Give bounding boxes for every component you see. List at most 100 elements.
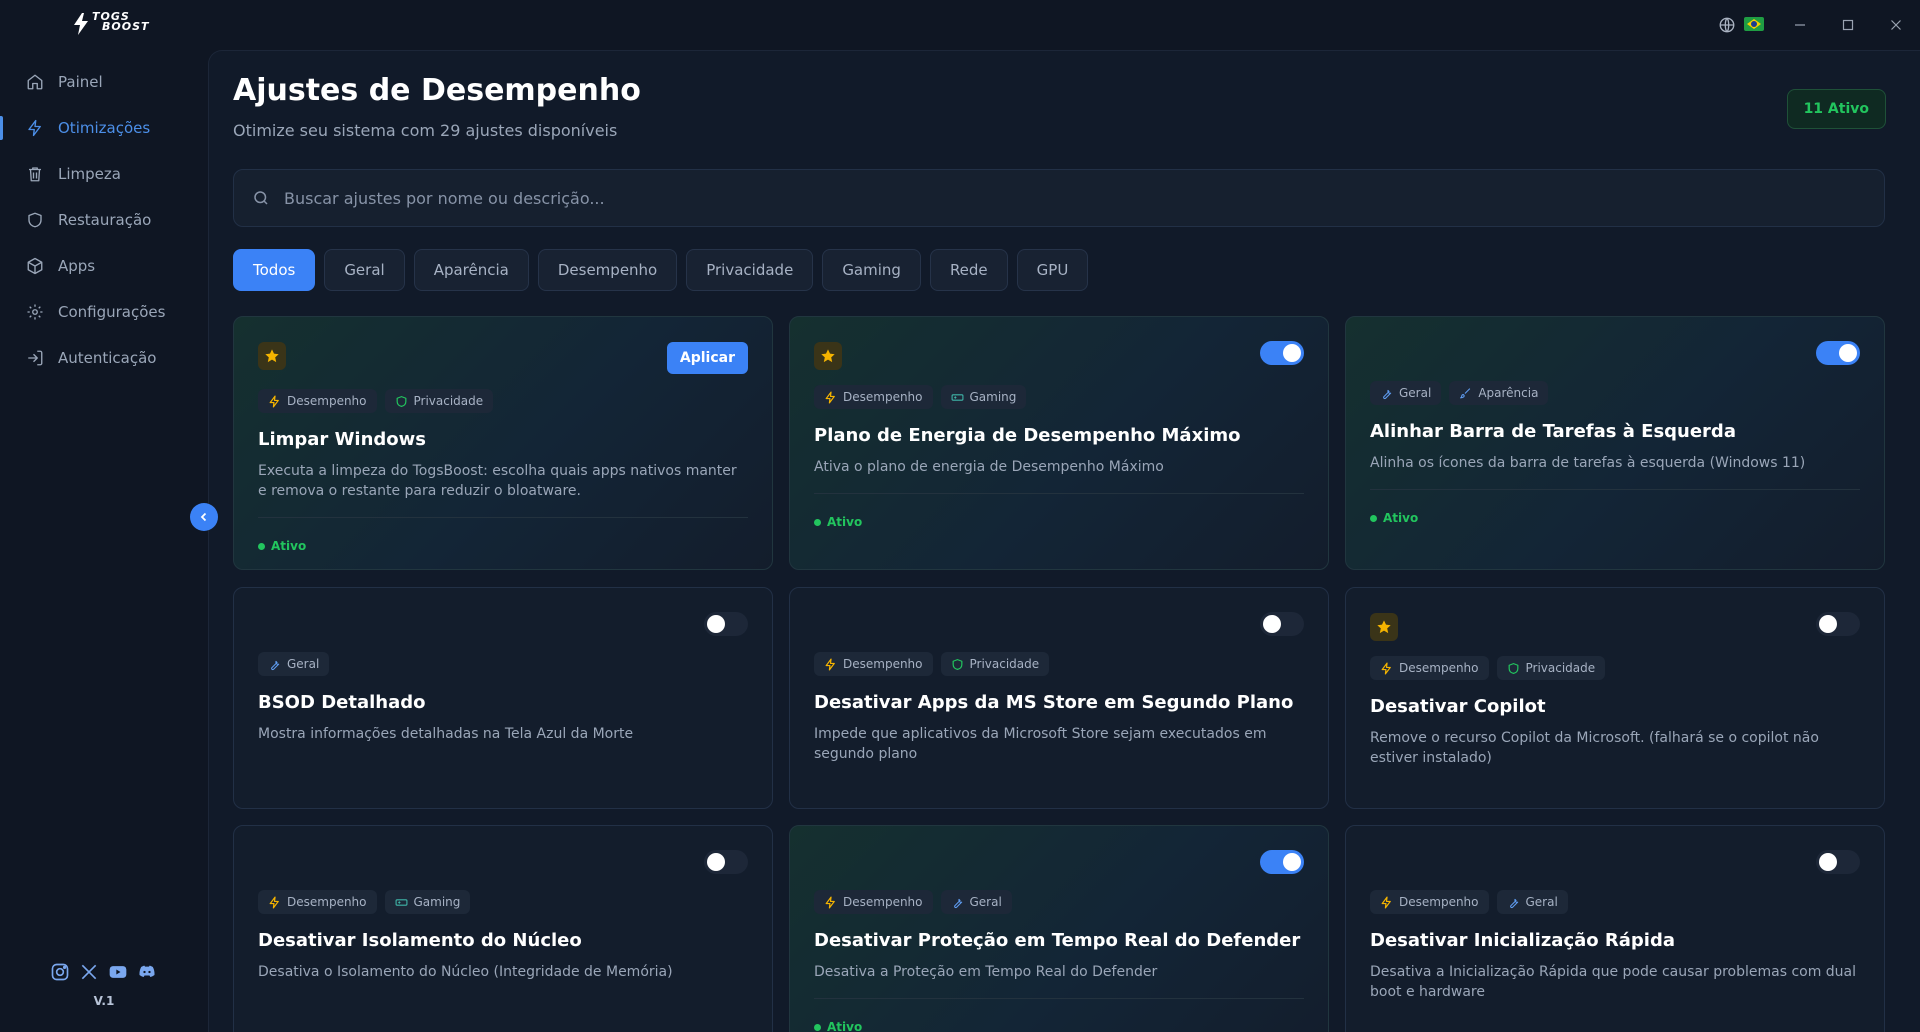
search-bar <box>233 169 1885 227</box>
filter-aparencia[interactable]: Aparência <box>413 249 529 291</box>
gamepad-icon <box>951 393 963 401</box>
enable-toggle[interactable] <box>1816 612 1860 636</box>
maximize-button[interactable] <box>1824 0 1872 50</box>
card-title: BSOD Detalhado <box>258 692 426 713</box>
tweak-card: Desempenho Privacidade Desativar Apps da… <box>789 587 1329 809</box>
shield-icon <box>28 212 42 228</box>
card-divider <box>814 998 1304 999</box>
tag-list: Geral <box>258 652 330 676</box>
card-description: Remove o recurso Copilot da Microsoft. (… <box>1370 730 1819 766</box>
filter-privacidade[interactable]: Privacidade <box>686 249 814 291</box>
tag-geral: Geral <box>258 652 330 676</box>
close-button[interactable] <box>1872 0 1920 50</box>
card-title: Desativar Apps da MS Store em Segundo Pl… <box>814 692 1294 713</box>
star-badge <box>814 342 842 370</box>
card-title: Desativar Inicialização Rápida <box>1370 930 1675 951</box>
lightning-icon <box>28 119 41 137</box>
gear-icon <box>27 304 43 320</box>
tweak-card: Aplicar Desempenho Privacidade Limpar Wi… <box>233 316 773 570</box>
sidebar-item-autenticacao[interactable]: Autenticação <box>0 338 208 378</box>
enable-toggle[interactable] <box>1260 612 1304 636</box>
tag-geral: Geral <box>1496 890 1568 914</box>
tweak-card: Desempenho Geral Desativar Inicialização… <box>1345 825 1885 1032</box>
wrench-icon <box>271 660 280 670</box>
sidebar-item-label: Configurações <box>58 303 166 321</box>
card-description: Desativa o Isolamento do Núcleo (Integri… <box>258 964 673 980</box>
sidebar-item-restauracao[interactable]: Restauração <box>0 200 208 240</box>
tag-gaming: Gaming <box>940 385 1027 409</box>
enable-toggle[interactable] <box>1260 850 1304 874</box>
tweak-card: Desempenho Gaming Plano de Energia de De… <box>789 316 1329 570</box>
sidebar-item-configuracoes[interactable]: Configurações <box>0 292 208 332</box>
tag-geral: Geral <box>1370 381 1442 405</box>
filter-geral[interactable]: Geral <box>324 249 405 291</box>
home-icon <box>27 74 43 90</box>
filter-tabs: Todos Geral Aparência Desempenho Privaci… <box>233 249 1089 291</box>
search-input[interactable] <box>284 188 1884 208</box>
youtube-icon[interactable] <box>108 962 128 982</box>
star-icon <box>265 349 279 363</box>
status-badge: Ativo <box>1370 511 1418 525</box>
shield-icon <box>952 658 962 670</box>
filter-todos[interactable]: Todos <box>233 249 316 291</box>
lightning-icon <box>825 895 835 909</box>
card-description: Ativa o plano de energia de Desempenho M… <box>814 459 1164 475</box>
tweak-card: Desempenho Gaming Desativar Isolamento d… <box>233 825 773 1032</box>
status-badge: Ativo <box>258 539 306 553</box>
filter-desempenho[interactable]: Desempenho <box>537 249 678 291</box>
star-icon <box>1377 620 1391 634</box>
card-description: Mostra informações detalhadas na Tela Az… <box>258 726 634 742</box>
filter-gpu[interactable]: GPU <box>1016 249 1089 291</box>
card-title: Plano de Energia de Desempenho Máximo <box>814 425 1241 446</box>
filter-gaming[interactable]: Gaming <box>822 249 921 291</box>
login-icon <box>28 350 43 366</box>
sidebar-item-label: Autenticação <box>58 349 157 367</box>
enable-toggle[interactable] <box>1816 341 1860 365</box>
sidebar-item-label: Restauração <box>58 211 152 229</box>
enable-toggle[interactable] <box>1260 341 1304 365</box>
tag-privacidade: Privacidade <box>1496 656 1606 680</box>
sidebar-item-limpeza[interactable]: Limpeza <box>0 154 208 194</box>
tag-geral: Geral <box>940 890 1012 914</box>
tag-list: Desempenho Privacidade <box>1370 656 1606 680</box>
brazil-flag-icon[interactable] <box>1744 17 1764 31</box>
minimize-icon <box>1795 24 1805 26</box>
apply-button[interactable]: Aplicar <box>666 342 748 374</box>
tag-desempenho: Desempenho <box>814 385 933 409</box>
tag-list: Desempenho Geral <box>1370 890 1568 914</box>
tag-privacidade: Privacidade <box>384 389 494 413</box>
tag-list: Desempenho Gaming <box>814 385 1027 409</box>
enable-toggle[interactable] <box>1816 850 1860 874</box>
gamepad-icon <box>395 898 407 906</box>
filter-rede[interactable]: Rede <box>929 249 1008 291</box>
sidebar-item-painel[interactable]: Painel <box>0 62 208 102</box>
logo-text: TOGS BOOST <box>92 10 150 33</box>
collapse-sidebar-button[interactable] <box>190 503 218 531</box>
card-description: Desativa a Inicialização Rápida que pode… <box>1370 964 1857 1000</box>
enable-toggle[interactable] <box>704 612 748 636</box>
tag-desempenho: Desempenho <box>814 652 933 676</box>
star-badge <box>1370 613 1398 641</box>
discord-icon[interactable] <box>137 962 157 982</box>
tag-desempenho: Desempenho <box>814 890 933 914</box>
minimize-button[interactable] <box>1776 0 1824 50</box>
sidebar-item-apps[interactable]: Apps <box>0 246 208 286</box>
lightning-icon <box>1381 661 1391 675</box>
tweak-card: Geral Aparência Alinhar Barra de Tarefas… <box>1345 316 1885 570</box>
bolt-logo-icon <box>74 13 88 35</box>
instagram-icon[interactable] <box>50 962 70 982</box>
status-badge: Ativo <box>814 515 862 529</box>
sidebar-item-otimizacoes[interactable]: Otimizações <box>0 108 208 148</box>
sidebar-item-label: Otimizações <box>58 119 151 137</box>
card-title: Desativar Proteção em Tempo Real do Defe… <box>814 930 1301 951</box>
app-version: V.1 <box>93 994 115 1008</box>
x-icon[interactable] <box>79 962 99 982</box>
title-bar: TOGS BOOST <box>0 0 1920 50</box>
card-title: Limpar Windows <box>258 429 427 450</box>
lightning-icon <box>269 394 279 408</box>
enable-toggle[interactable] <box>704 850 748 874</box>
sidebar-item-label: Painel <box>58 73 103 91</box>
tag-desempenho: Desempenho <box>258 890 377 914</box>
globe-icon[interactable] <box>1718 16 1736 34</box>
star-icon <box>821 349 835 363</box>
